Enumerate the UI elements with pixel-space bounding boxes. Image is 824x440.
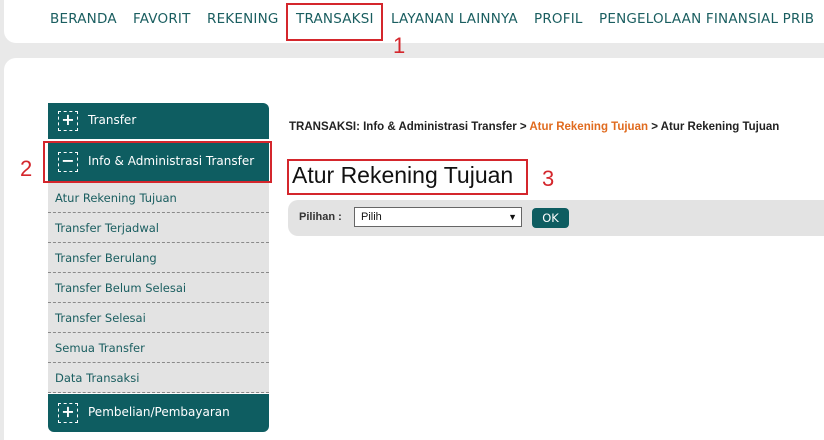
sidebar-section-pembelian-pembayaran[interactable]: + Pembelian/Pembayaran	[48, 394, 269, 432]
top-navigation: BERANDA FAVORIT REKENING TRANSAKSI LAYAN…	[4, 0, 824, 43]
nav-item-favorit[interactable]: FAVORIT	[133, 11, 191, 27]
nav-item-pengelolaan-finansial[interactable]: PENGELOLAAN FINANSIAL PRIB	[599, 11, 814, 27]
filter-bar: Pilihan : Pilih ▼ OK	[288, 200, 824, 236]
sidebar-section-transfer[interactable]: + Transfer	[48, 103, 269, 139]
pilihan-select[interactable]: Pilih ▼	[354, 207, 522, 227]
sidebar-item-transfer-selesai[interactable]: Transfer Selesai	[48, 303, 269, 333]
annotation-box-3	[287, 159, 528, 195]
sidebar-section-label: Transfer	[88, 113, 137, 127]
pilihan-select-value: Pilih	[361, 211, 382, 223]
annotation-number-2: 2	[20, 156, 33, 181]
annotation-box-2	[43, 141, 272, 183]
sidebar-item-transfer-belum-selesai[interactable]: Transfer Belum Selesai	[48, 273, 269, 303]
plus-icon: +	[58, 111, 78, 131]
nav-item-rekening[interactable]: REKENING	[207, 11, 279, 27]
plus-icon: +	[58, 403, 78, 423]
chevron-down-icon: ▼	[508, 212, 517, 222]
breadcrumb-path: TRANSAKSI: Info & Administrasi Transfer …	[289, 121, 530, 133]
breadcrumb-current: > Atur Rekening Tujuan	[648, 121, 780, 133]
sidebar-item-atur-rekening-tujuan[interactable]: Atur Rekening Tujuan	[48, 183, 269, 213]
breadcrumb: TRANSAKSI: Info & Administrasi Transfer …	[289, 121, 779, 133]
ok-button[interactable]: OK	[532, 208, 569, 228]
sidebar-item-data-transaksi[interactable]: Data Transaksi	[48, 363, 269, 393]
sidebar-item-transfer-berulang[interactable]: Transfer Berulang	[48, 243, 269, 273]
annotation-box-1	[286, 3, 383, 41]
annotation-number-1: 1	[393, 33, 406, 58]
sidebar-section-label: Pembelian/Pembayaran	[88, 405, 230, 419]
sidebar-item-semua-transfer[interactable]: Semua Transfer	[48, 333, 269, 363]
nav-item-profil[interactable]: PROFIL	[534, 11, 583, 27]
nav-item-beranda[interactable]: BERANDA	[50, 11, 117, 27]
annotation-number-3: 3	[542, 166, 555, 191]
filter-label: Pilihan :	[299, 211, 342, 223]
nav-item-layanan-lainnya[interactable]: LAYANAN LAINNYA	[391, 11, 518, 27]
sidebar-item-transfer-terjadwal[interactable]: Transfer Terjadwal	[48, 213, 269, 243]
breadcrumb-link[interactable]: Atur Rekening Tujuan	[529, 121, 648, 133]
